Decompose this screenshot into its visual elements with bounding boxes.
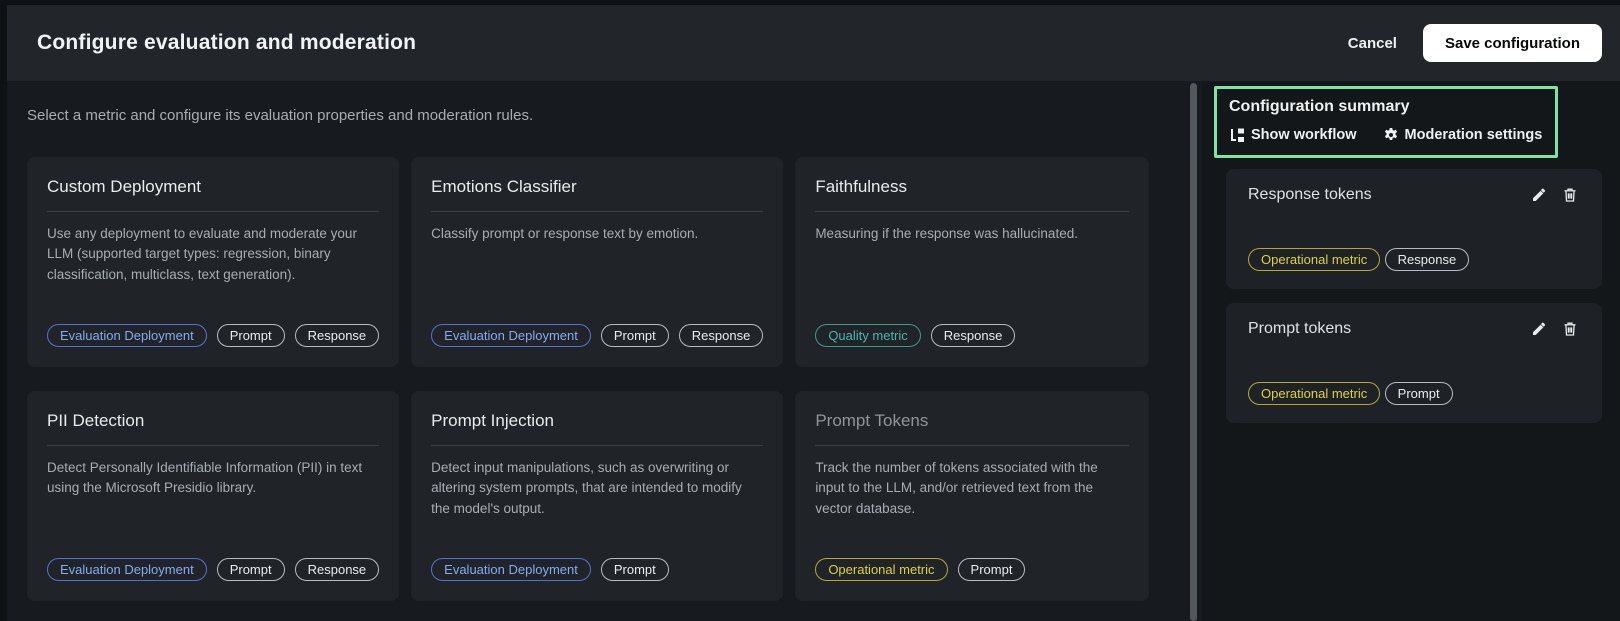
metric-card-title: Prompt Tokens [815,411,1129,431]
metric-card-prompt-injection[interactable]: Prompt Injection Detect input manipulati… [411,391,783,601]
save-configuration-button[interactable]: Save configuration [1423,24,1602,62]
badge-evaluation-deployment: Evaluation Deployment [431,324,591,347]
metric-card-pii-detection[interactable]: PII Detection Detect Personally Identifi… [27,391,399,601]
configured-metric-header: Prompt tokens [1248,320,1578,338]
badge-response: Response [295,558,380,581]
badge-prompt: Prompt [601,558,669,581]
badge-prompt: Prompt [217,324,285,347]
badge-evaluation-deployment: Evaluation Deployment [431,558,591,581]
main-scrollbar [1186,81,1202,621]
configured-metric-actions [1531,187,1578,203]
configuration-summary-panel: Configuration summary Show workflow [1202,81,1620,621]
content-row: Select a metric and configure its evalua… [7,81,1620,621]
card-divider [815,445,1129,446]
metric-card-custom-deployment[interactable]: Custom Deployment Use any deployment to … [27,157,399,367]
badge-prompt: Prompt [601,324,669,347]
metric-card-title: Emotions Classifier [431,177,763,197]
metric-card-description: Measuring if the response was hallucinat… [815,224,1129,244]
card-divider [815,211,1129,212]
metric-card-description: Detect input manipulations, such as over… [431,458,763,519]
badge-operational-metric: Operational metric [1248,382,1380,405]
pencil-icon [1531,191,1547,206]
metric-card-description: Classify prompt or response text by emot… [431,224,763,244]
configured-metric-header: Response tokens [1248,186,1578,204]
card-divider [47,211,379,212]
configuration-summary-highlight: Configuration summary Show workflow [1214,86,1558,158]
badge-response: Response [295,324,380,347]
card-divider [431,445,763,446]
pencil-icon [1531,325,1547,340]
configured-metric-response-tokens: Response tokens [1226,169,1602,289]
metric-card-description: Detect Personally Identifiable Informati… [47,458,379,499]
metric-card-prompt-tokens: Prompt Tokens Track the number of tokens… [795,391,1149,601]
show-workflow-label: Show workflow [1251,127,1357,143]
badge-response: Response [1385,248,1470,271]
configured-metric-badges: Operational metric Response [1248,248,1578,271]
catalog-subtitle: Select a metric and configure its evalua… [27,107,1186,124]
metric-card-emotions-classifier[interactable]: Emotions Classifier Classify prompt or r… [411,157,783,367]
badge-operational-metric: Operational metric [1248,248,1380,271]
badge-evaluation-deployment: Evaluation Deployment [47,324,207,347]
metric-card-badges: Evaluation Deployment Prompt Response [431,324,763,347]
delete-button[interactable] [1562,187,1578,203]
metric-card-badges: Evaluation Deployment Prompt Response [47,558,379,581]
metric-card-description: Track the number of tokens associated wi… [815,458,1129,519]
delete-button[interactable] [1562,321,1578,337]
edit-button[interactable] [1531,321,1547,337]
scrollbar-thumb[interactable] [1190,83,1197,621]
configure-evaluation-modal: Configure evaluation and moderation Canc… [7,5,1620,621]
show-workflow-link[interactable]: Show workflow [1229,127,1357,143]
metric-card-description: Use any deployment to evaluate and moder… [47,224,379,285]
badge-prompt: Prompt [217,558,285,581]
page-title: Configure evaluation and moderation [37,31,416,55]
metric-card-title: Faithfulness [815,177,1129,197]
configured-metric-badges: Operational metric Prompt [1248,382,1578,405]
configuration-summary-title: Configuration summary [1229,98,1543,116]
edit-button[interactable] [1531,187,1547,203]
moderation-settings-link[interactable]: Moderation settings [1383,127,1543,143]
metric-catalog: Select a metric and configure its evalua… [7,81,1186,621]
modal-header: Configure evaluation and moderation Canc… [7,5,1620,81]
badge-evaluation-deployment: Evaluation Deployment [47,558,207,581]
metric-card-faithfulness[interactable]: Faithfulness Measuring if the response w… [795,157,1149,367]
card-divider [47,445,379,446]
configured-metric-prompt-tokens: Prompt tokens [1226,303,1602,423]
badge-prompt: Prompt [958,558,1026,581]
badge-response: Response [931,324,1016,347]
summary-links: Show workflow Moderation settings [1229,127,1543,143]
metric-card-title: PII Detection [47,411,379,431]
configured-metrics-list: Response tokens [1226,169,1602,423]
metric-card-badges: Quality metric Response [815,324,1129,347]
trash-icon [1562,325,1578,340]
metric-card-badges: Evaluation Deployment Prompt Response [47,324,379,347]
configured-metric-title: Response tokens [1248,186,1372,204]
badge-response: Response [679,324,764,347]
cancel-button[interactable]: Cancel [1348,35,1397,52]
metric-card-badges: Operational metric Prompt [815,558,1129,581]
metric-card-grid: Custom Deployment Use any deployment to … [27,157,1149,601]
configured-metric-title: Prompt tokens [1248,320,1351,338]
badge-prompt: Prompt [1385,382,1453,405]
metric-card-title: Custom Deployment [47,177,379,197]
workflow-tree-icon [1229,127,1245,143]
metric-card-title: Prompt Injection [431,411,763,431]
badge-operational-metric: Operational metric [815,558,947,581]
badge-quality-metric: Quality metric [815,324,920,347]
configured-metric-actions [1531,321,1578,337]
card-divider [431,211,763,212]
metric-card-badges: Evaluation Deployment Prompt [431,558,763,581]
trash-icon [1562,191,1578,206]
moderation-settings-label: Moderation settings [1405,127,1543,143]
gear-icon [1383,127,1399,143]
